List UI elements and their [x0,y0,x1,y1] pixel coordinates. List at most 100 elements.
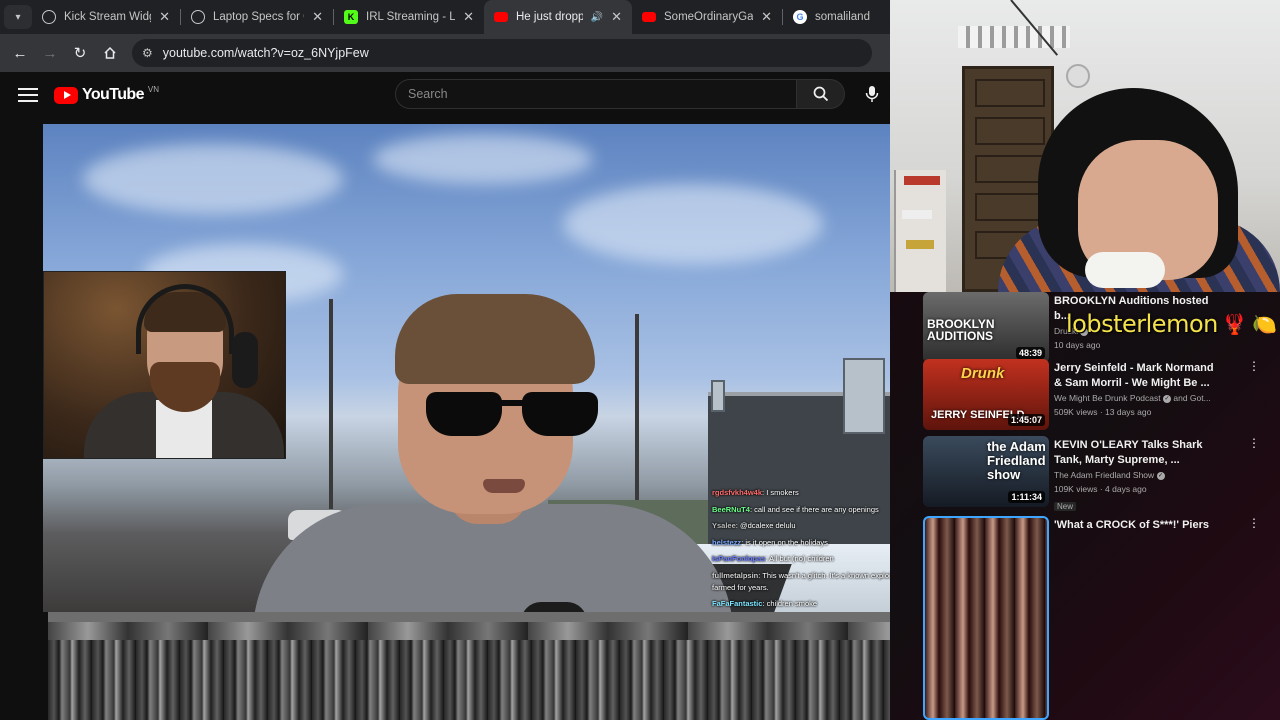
forward-button[interactable]: → [38,41,62,65]
chat-text: is it open on the holidays [745,537,828,547]
more-options-button[interactable]: ⋮ [1248,436,1260,450]
arrow-left-icon: ← [12,44,28,62]
chevron-down-icon: ▾ [15,11,21,23]
person-hair [395,294,595,384]
globe-icon [191,10,205,24]
arrow-right-icon: → [42,44,58,62]
site-info-icon[interactable]: ⚙ [142,46,153,60]
screen: ▾ Kick Stream Widgets ✕ Laptop Specs for… [0,0,1280,720]
close-icon[interactable]: ✕ [463,9,474,25]
video-progress-bar[interactable] [48,612,893,622]
chat-username: fullmetalpsin [712,570,759,580]
browser-toolbar: ← → ↻ ⚙ youtube.com/watch?v=oz_6NYjpFew [0,34,890,72]
chat-text: children smoke [766,598,818,608]
url-text: youtube.com/watch?v=oz_6NYjpFew [162,46,369,60]
new-badge: New [1054,502,1077,511]
verified-icon: ✓ [1156,471,1165,480]
recommendation-item[interactable]: 'What a CROCK of S***!' Piers ⋮ [923,516,1280,720]
tab-kick-stream-widgets[interactable]: Kick Stream Widgets ✕ [32,0,180,34]
video-info: KEVIN O'LEARY Talks Shark Tank, Marty Su… [1054,438,1224,514]
kick-icon: K [344,10,358,24]
speaker-icon[interactable]: 🔊 [591,12,603,23]
video-duration: 48:39 [1015,347,1045,359]
video-title[interactable]: 'What a CROCK of S***!' Piers [1054,518,1224,533]
back-button[interactable]: ← [8,41,32,65]
streamer-facecam [43,271,286,459]
tab-somaliland[interactable]: G somaliland - Go [783,0,883,34]
close-icon[interactable]: ✕ [312,9,323,25]
chat-username: helstezz [712,537,742,547]
recommendations-list: BROOKLYN AUDITIONS 48:39 BROOKLYN Auditi… [890,292,1280,720]
reload-button[interactable]: ↻ [68,41,92,65]
region-code: VN [147,84,159,94]
chat-message: BeeRNuT4: call and see if there are any … [712,504,879,514]
tab-laptop-specs[interactable]: Laptop Specs for Gri ✕ [181,0,333,34]
chat-message: FaFaFantastic: children smoke [712,598,818,608]
chat-username: Ysalee [712,521,736,531]
close-icon[interactable]: ✕ [611,9,622,25]
chat-message: Ysalee: @dcalexe delulu [712,521,796,531]
reload-icon: ↻ [73,45,87,62]
channel-suffix: and Got... [1173,393,1211,403]
video-title[interactable]: Jerry Seinfeld - Mark Normand & Sam Morr… [1054,361,1224,391]
tab-search-menu-button[interactable]: ▾ [4,5,32,29]
channel-name[interactable]: We Might Be Drunk Podcast [1054,393,1161,403]
tab-title: somaliland - Go [815,11,873,23]
facecam-microphone [232,332,258,388]
chat-text: I smokers [766,488,799,497]
mouth [483,479,525,493]
video-duration: 1:45:07 [1007,414,1045,426]
video-info: Jerry Seinfeld - Mark Normand & Sam Morr… [1054,361,1224,419]
search-input[interactable] [395,79,797,109]
channel-name[interactable]: The Adam Friedland Show [1054,470,1154,480]
address-bar[interactable]: ⚙ youtube.com/watch?v=oz_6NYjpFew [132,39,872,67]
menu-icon[interactable] [18,88,38,102]
tab-irl-streaming[interactable]: K IRL Streaming - Live ✕ [334,0,484,34]
video-title[interactable]: KEVIN O'LEARY Talks Shark Tank, Marty Su… [1054,438,1224,468]
more-options-button[interactable]: ⋮ [1248,359,1260,373]
video-thumbnail[interactable]: Drunk JERRY SEINFELD 1:45:07 [923,359,1049,430]
video-meta: 109K views · 4 days ago [1054,484,1147,494]
chat-username: BeeRNuT4 [712,504,750,514]
video-thumbnail[interactable]: BROOKLYN AUDITIONS 48:39 [923,292,1049,363]
chat-text: @dcalexe delulu [739,521,796,531]
chat-overlay: rgdsfvkh4w4k: I smokers BeeRNuT4: call a… [712,485,912,613]
video-thumbnail[interactable] [923,516,1049,720]
chat-message: helstezz: is it open on the holidays [712,537,828,547]
lemon-icon: 🍋 [1252,314,1277,336]
sky-cloud [83,144,343,214]
search-box [395,79,845,109]
tab-title: IRL Streaming - Live [366,11,456,23]
youtube-icon [642,12,656,22]
search-icon [813,86,828,102]
close-icon[interactable]: ✕ [761,9,772,25]
thumbnail-text: the Adam Friedland show [987,439,1046,482]
building-window [843,358,885,434]
microphone-icon [865,86,879,102]
chat-text: call and see if there are any openings [754,504,879,514]
youtube-logo[interactable]: YouTube VN [54,84,159,104]
utility-pole [635,314,639,514]
tab-title: He just dropped [516,11,583,23]
recommendation-item[interactable]: the Adam Friedland show 1:11:34 KEVIN O'… [923,436,1280,511]
video-channel[interactable]: We Might Be Drunk Podcast ✓ and Got... [1054,391,1224,405]
tab-he-just-dropped[interactable]: He just dropped 🔊 ✕ [484,0,632,34]
youtube-header: YouTube VN [0,72,890,118]
video-thumbnail[interactable]: the Adam Friedland show 1:11:34 [923,436,1049,507]
home-icon [104,46,116,59]
verified-icon: ✓ [1163,394,1171,403]
close-icon[interactable]: ✕ [159,9,170,25]
search-button[interactable] [797,79,845,109]
recommendation-item[interactable]: Drunk JERRY SEINFELD 1:45:07 Jerry Seinf… [923,359,1280,431]
video-meta: 509K views · 13 days ago [1054,407,1152,417]
browser-tab-bar: ▾ Kick Stream Widgets ✕ Laptop Specs for… [0,0,890,34]
video-channel[interactable]: The Adam Friedland Show ✓ [1054,468,1224,482]
voice-search-button[interactable] [860,82,884,106]
tab-someordinarygamers[interactable]: SomeOrdinaryGame ✕ [632,0,782,34]
thumbnail-text: BROOKLYN AUDITIONS [927,317,995,343]
home-button[interactable] [98,41,122,65]
stream-overlay-name: lobsterlemon [1066,310,1218,338]
youtube-icon [494,12,508,22]
more-options-button[interactable]: ⋮ [1248,516,1260,530]
chat-message: IsPanFonlopas: All but (no) children [712,554,834,564]
